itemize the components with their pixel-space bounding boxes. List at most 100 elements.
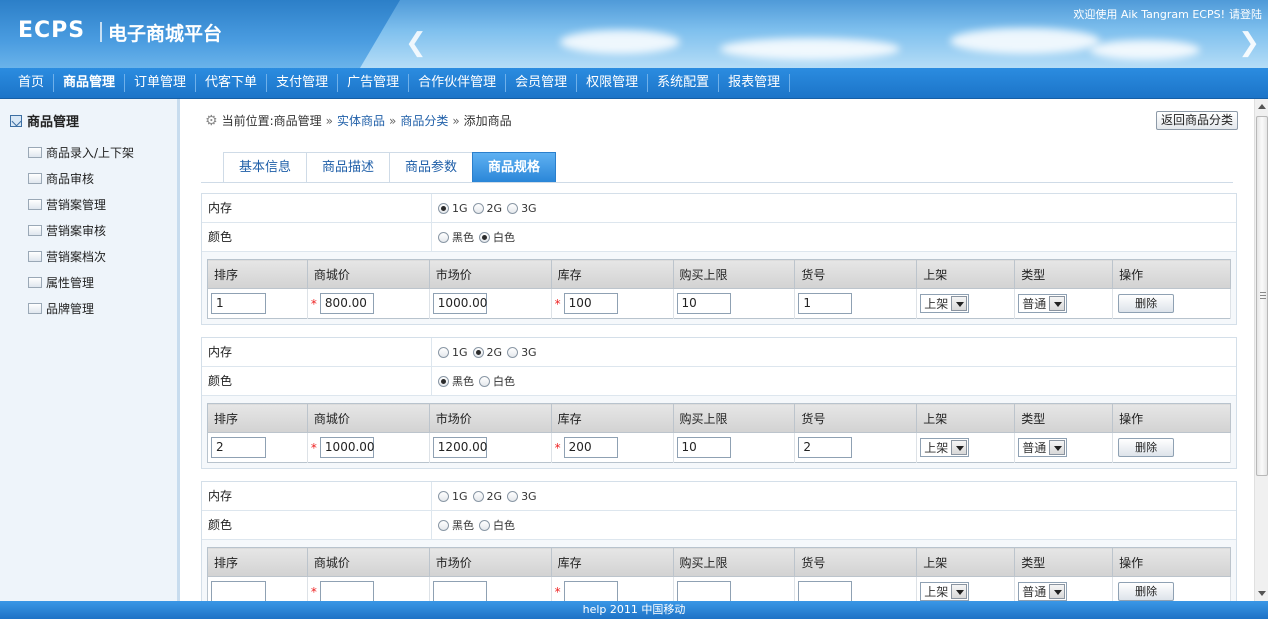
- scroll-thumb[interactable]: [1256, 116, 1268, 476]
- vertical-scrollbar[interactable]: [1254, 99, 1268, 601]
- required-icon: *: [554, 440, 561, 455]
- chevron-down-icon[interactable]: [951, 296, 968, 311]
- stock-input[interactable]: 100: [563, 293, 618, 314]
- memory-label: 内存: [202, 338, 432, 366]
- sidebar-title[interactable]: 商品管理: [10, 111, 79, 130]
- purchase-limit-input[interactable]: 10: [676, 437, 731, 458]
- radio-label: 1G: [452, 201, 468, 215]
- color-radio-1[interactable]: 白色: [479, 229, 515, 245]
- radio-label: 3G: [521, 201, 537, 215]
- color-radio-0[interactable]: 黑色: [438, 229, 474, 245]
- nav-item-7[interactable]: 会员管理: [506, 74, 578, 92]
- column-header: 购买上限: [673, 259, 796, 289]
- stock-input[interactable]: [563, 581, 618, 601]
- type-select[interactable]: 普通: [1018, 294, 1068, 313]
- chevron-down-icon[interactable]: [1049, 296, 1066, 311]
- required-icon: *: [310, 296, 317, 311]
- memory-radio-2G[interactable]: 2G: [472, 490, 502, 503]
- nav-item-0[interactable]: 首页: [0, 74, 55, 92]
- market-price-input[interactable]: [432, 581, 487, 601]
- sidebar-item-6[interactable]: 品牌管理: [28, 295, 134, 321]
- delete-button[interactable]: 删除: [1118, 294, 1175, 313]
- stock-input[interactable]: 200: [563, 437, 618, 458]
- memory-radio-3G[interactable]: 3G: [507, 202, 537, 215]
- color-label: 颜色: [202, 367, 432, 395]
- delete-button[interactable]: 删除: [1118, 582, 1175, 601]
- memory-label: 内存: [202, 194, 432, 222]
- type-select[interactable]: 普通: [1018, 438, 1068, 457]
- shelf-select[interactable]: 上架: [920, 294, 970, 313]
- scroll-up-icon[interactable]: [1258, 104, 1266, 109]
- sidebar-item-1[interactable]: 商品审核: [28, 165, 134, 191]
- market-price-input[interactable]: 1200.00: [432, 437, 487, 458]
- tab-1[interactable]: 商品描述: [306, 152, 391, 182]
- nav-item-9[interactable]: 系统配置: [648, 74, 720, 92]
- delete-button[interactable]: 删除: [1118, 438, 1175, 457]
- memory-radio-1G[interactable]: 1G: [438, 202, 468, 215]
- spec-cell: 删除: [1112, 432, 1231, 463]
- sidebar-item-3[interactable]: 营销案审核: [28, 217, 134, 243]
- market-price-input[interactable]: 1000.00: [432, 293, 487, 314]
- color-radio-0[interactable]: 黑色: [438, 373, 474, 389]
- chevron-down-icon[interactable]: [1049, 440, 1066, 455]
- login-link[interactable]: 请登陆: [1229, 8, 1262, 21]
- column-header: 库存: [551, 547, 674, 577]
- color-radio-1[interactable]: 白色: [479, 373, 515, 389]
- nav-item-6[interactable]: 合作伙伴管理: [409, 74, 507, 92]
- memory-radio-1G[interactable]: 1G: [438, 346, 468, 359]
- sort-input[interactable]: 2: [211, 437, 266, 458]
- breadcrumb-link-physical-goods[interactable]: 实体商品: [337, 112, 385, 129]
- radio-icon: [472, 202, 484, 214]
- spec-cell: 删除: [1112, 576, 1231, 601]
- chevron-down-icon[interactable]: [951, 584, 968, 599]
- tab-0[interactable]: 基本信息: [223, 152, 308, 182]
- purchase-limit-input[interactable]: 10: [676, 293, 731, 314]
- mall-price-input[interactable]: 1000.00: [319, 437, 375, 458]
- nav-item-8[interactable]: 权限管理: [577, 74, 649, 92]
- chevron-down-icon[interactable]: [1049, 584, 1066, 599]
- radio-label: 黑色: [452, 519, 474, 532]
- mall-price-input[interactable]: 800.00: [319, 293, 374, 314]
- sidebar-item-0[interactable]: 商品录入/上下架: [28, 139, 134, 165]
- memory-radio-2G[interactable]: 2G: [472, 202, 502, 215]
- nav-item-3[interactable]: 代客下单: [196, 74, 268, 92]
- memory-radio-1G[interactable]: 1G: [438, 490, 468, 503]
- scroll-down-icon[interactable]: [1258, 591, 1266, 596]
- banner-next-icon[interactable]: ❯: [1238, 30, 1260, 56]
- nav-item-1[interactable]: 商品管理: [54, 74, 126, 92]
- sku-input[interactable]: 2: [798, 437, 853, 458]
- spec-table: 排序 商城价 市场价 库存 购买上限 货号 上架 类型 操作 2 * 1000.00 1200.00 * 2…: [207, 403, 1231, 463]
- grip-icon: [1260, 292, 1266, 299]
- nav-item-5[interactable]: 广告管理: [338, 74, 410, 92]
- tab-2[interactable]: 商品参数: [389, 152, 474, 182]
- color-radio-0[interactable]: 黑色: [438, 517, 474, 533]
- shelf-select[interactable]: 上架: [920, 582, 970, 601]
- nav-item-4[interactable]: 支付管理: [267, 74, 339, 92]
- sort-input[interactable]: 1: [211, 293, 266, 314]
- chevron-down-icon[interactable]: [951, 440, 968, 455]
- nav-item-10[interactable]: 报表管理: [719, 74, 791, 92]
- sort-input[interactable]: [211, 581, 266, 601]
- memory-radio-2G[interactable]: 2G: [472, 346, 502, 359]
- shelf-select[interactable]: 上架: [920, 438, 970, 457]
- sidebar-item-label: 商品录入/上下架: [46, 145, 135, 160]
- welcome-bar: 欢迎使用 Aik Tangram ECPS! 请登陆: [1069, 6, 1262, 22]
- sku-input[interactable]: 1: [798, 293, 853, 314]
- type-select[interactable]: 普通: [1018, 582, 1068, 601]
- purchase-limit-input[interactable]: [676, 581, 731, 601]
- banner-prev-icon[interactable]: ❮: [405, 30, 427, 56]
- memory-row: 内存 1G 2G 3G: [202, 338, 1236, 367]
- mall-price-input[interactable]: [319, 581, 374, 601]
- memory-radio-3G[interactable]: 3G: [507, 346, 537, 359]
- breadcrumb-link-category[interactable]: 商品分类: [400, 112, 448, 129]
- memory-radio-3G[interactable]: 3G: [507, 490, 537, 503]
- nav-item-2[interactable]: 订单管理: [125, 74, 197, 92]
- radio-label: 3G: [521, 489, 537, 503]
- sku-input[interactable]: [798, 581, 853, 601]
- sidebar-item-2[interactable]: 营销案管理: [28, 191, 134, 217]
- tab-3[interactable]: 商品规格: [472, 152, 557, 182]
- back-to-category-button[interactable]: 返回商品分类: [1156, 111, 1239, 130]
- color-radio-1[interactable]: 白色: [479, 517, 515, 533]
- sidebar-item-5[interactable]: 属性管理: [28, 269, 134, 295]
- sidebar-item-4[interactable]: 营销案档次: [28, 243, 134, 269]
